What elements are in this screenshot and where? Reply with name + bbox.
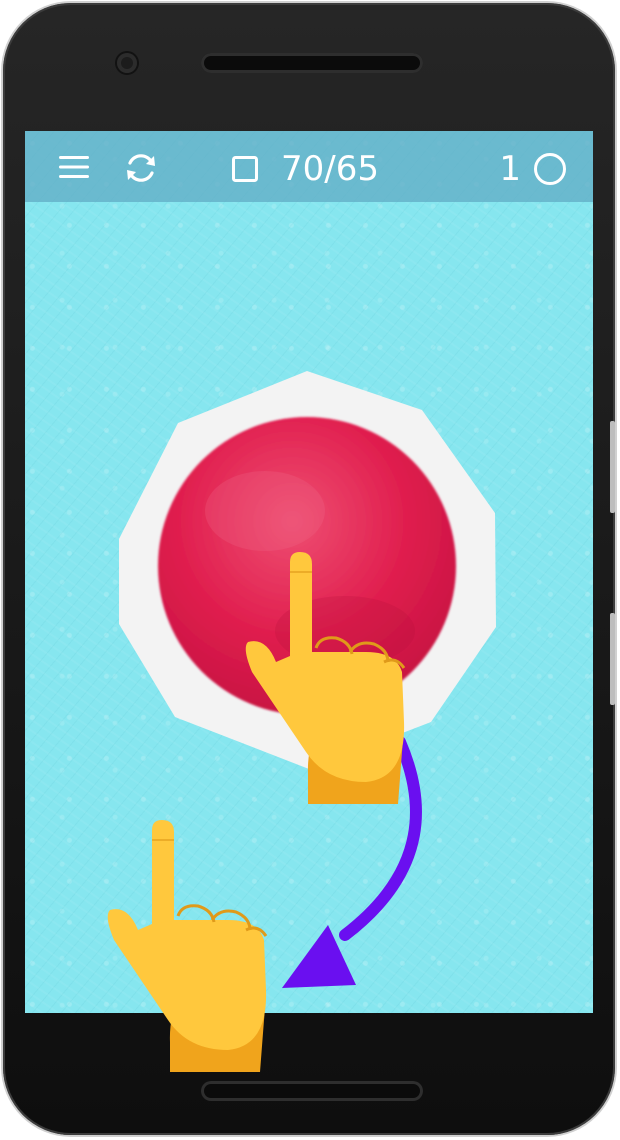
- front-camera: [117, 53, 137, 73]
- volume-button: [610, 421, 615, 513]
- power-button: [610, 613, 615, 705]
- bottom-speaker: [201, 1081, 423, 1101]
- top-speaker: [201, 53, 423, 73]
